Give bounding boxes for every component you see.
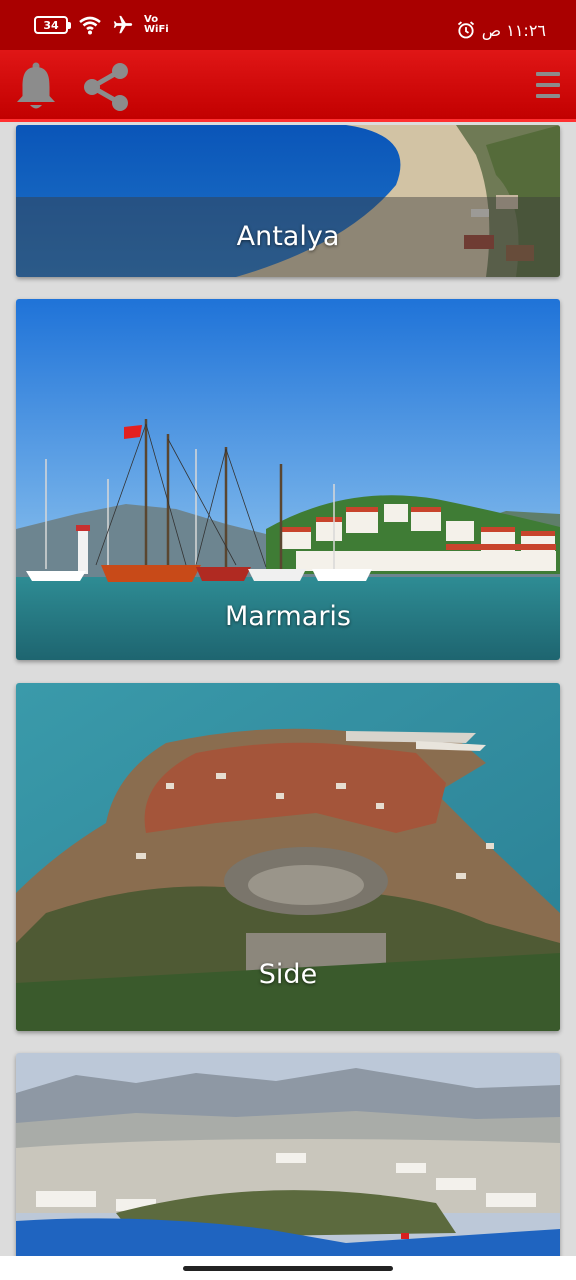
card-title: Marmaris xyxy=(225,601,351,632)
battery-icon: 34 xyxy=(34,16,71,34)
wifi-icon xyxy=(79,16,101,35)
vowifi-line2: WiFi xyxy=(144,24,169,35)
share-button[interactable] xyxy=(80,60,132,118)
airplane-icon xyxy=(113,15,133,34)
destination-card-antalya[interactable]: Antalya xyxy=(16,125,560,277)
destination-card-bodrum[interactable] xyxy=(16,1053,560,1256)
bell-icon xyxy=(17,62,55,109)
home-handle[interactable] xyxy=(183,1266,393,1271)
status-bar: 34 Vo WiFi ١١:٢٦ ص xyxy=(0,0,576,50)
app-bar xyxy=(0,50,576,122)
notifications-button[interactable] xyxy=(14,60,58,116)
destination-card-side[interactable]: Side xyxy=(16,683,560,1031)
vowifi-indicator: Vo WiFi xyxy=(144,15,169,35)
destinations-list[interactable]: Antalya Marmaris Side xyxy=(0,125,576,1256)
destination-card-marmaris[interactable]: Marmaris xyxy=(16,299,560,660)
card-title: Side xyxy=(258,959,318,990)
menu-button[interactable] xyxy=(534,60,562,116)
clock: ١١:٢٦ ص xyxy=(481,20,546,40)
share-icon xyxy=(84,63,128,111)
menu-icon xyxy=(536,72,560,98)
alarm-icon xyxy=(457,21,474,39)
card-title: Antalya xyxy=(236,221,340,252)
bodrum-photo xyxy=(16,1053,560,1256)
gesture-nav-bar xyxy=(0,1256,576,1280)
battery-level: 34 xyxy=(43,18,59,32)
